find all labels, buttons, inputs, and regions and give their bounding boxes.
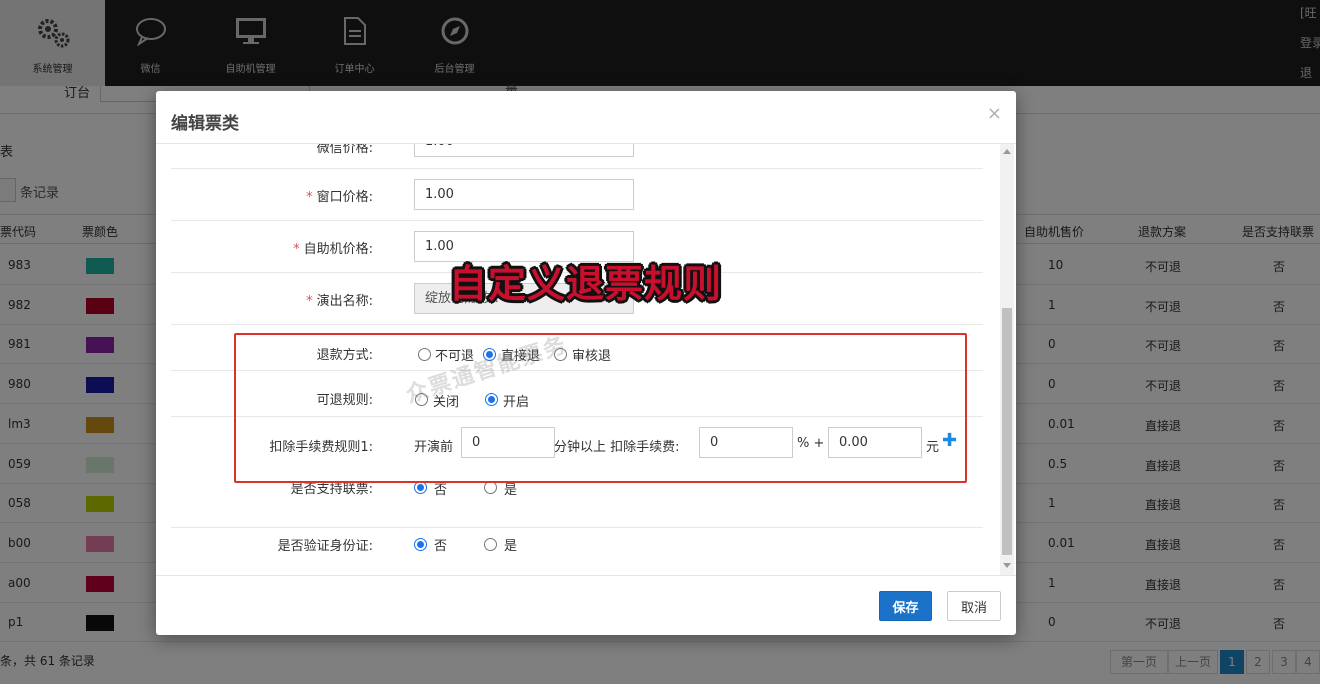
required-mark: * — [293, 242, 300, 257]
annotation-title: 自定义退票规则 — [449, 262, 723, 306]
radio-id-yes[interactable] — [484, 538, 497, 551]
window-price-label-text: 窗口价格: — [316, 190, 373, 205]
show-name-label: * 演出名称: — [306, 290, 373, 309]
save-button[interactable]: 保存 — [879, 591, 932, 621]
radio-id-no[interactable] — [414, 538, 427, 551]
scroll-up-icon[interactable] — [1003, 149, 1011, 154]
id-option-yes: 是 — [504, 539, 518, 554]
window-price-label: * 窗口价格: — [306, 186, 373, 205]
cancel-button[interactable]: 取消 — [947, 591, 1001, 621]
id-option-no: 否 — [434, 539, 448, 554]
annotation-highlight-box — [234, 333, 967, 483]
modal-title: 编辑票类 — [171, 114, 239, 134]
modal-header: 编辑票类 × — [156, 91, 1016, 144]
kiosk-price-label-text: 自助机价格: — [303, 242, 373, 257]
form-row-window-price: * 窗口价格: 1.00 — [171, 169, 983, 221]
form-row-id-verify: 是否验证身份证: 否 是 — [171, 514, 983, 574]
window-price-input[interactable]: 1.00 — [414, 179, 634, 210]
required-mark: * — [306, 294, 313, 309]
kiosk-price-label: * 自助机价格: — [293, 238, 373, 257]
id-verify-label: 是否验证身份证: — [277, 539, 373, 554]
wechat-price-label: 微信价格: — [316, 144, 373, 156]
scroll-down-icon[interactable] — [1003, 563, 1011, 568]
modal-scrollbar[interactable] — [1000, 144, 1014, 575]
required-mark: * — [306, 190, 313, 205]
form-row-wechat-price: 微信价格: 1.00 — [171, 144, 983, 169]
close-icon[interactable]: × — [987, 103, 1002, 124]
wechat-price-input[interactable]: 1.00 — [414, 144, 634, 157]
scrollbar-thumb[interactable] — [1002, 308, 1012, 555]
show-name-label-text: 演出名称: — [316, 294, 373, 309]
modal-footer: 保存 取消 — [156, 575, 1016, 635]
